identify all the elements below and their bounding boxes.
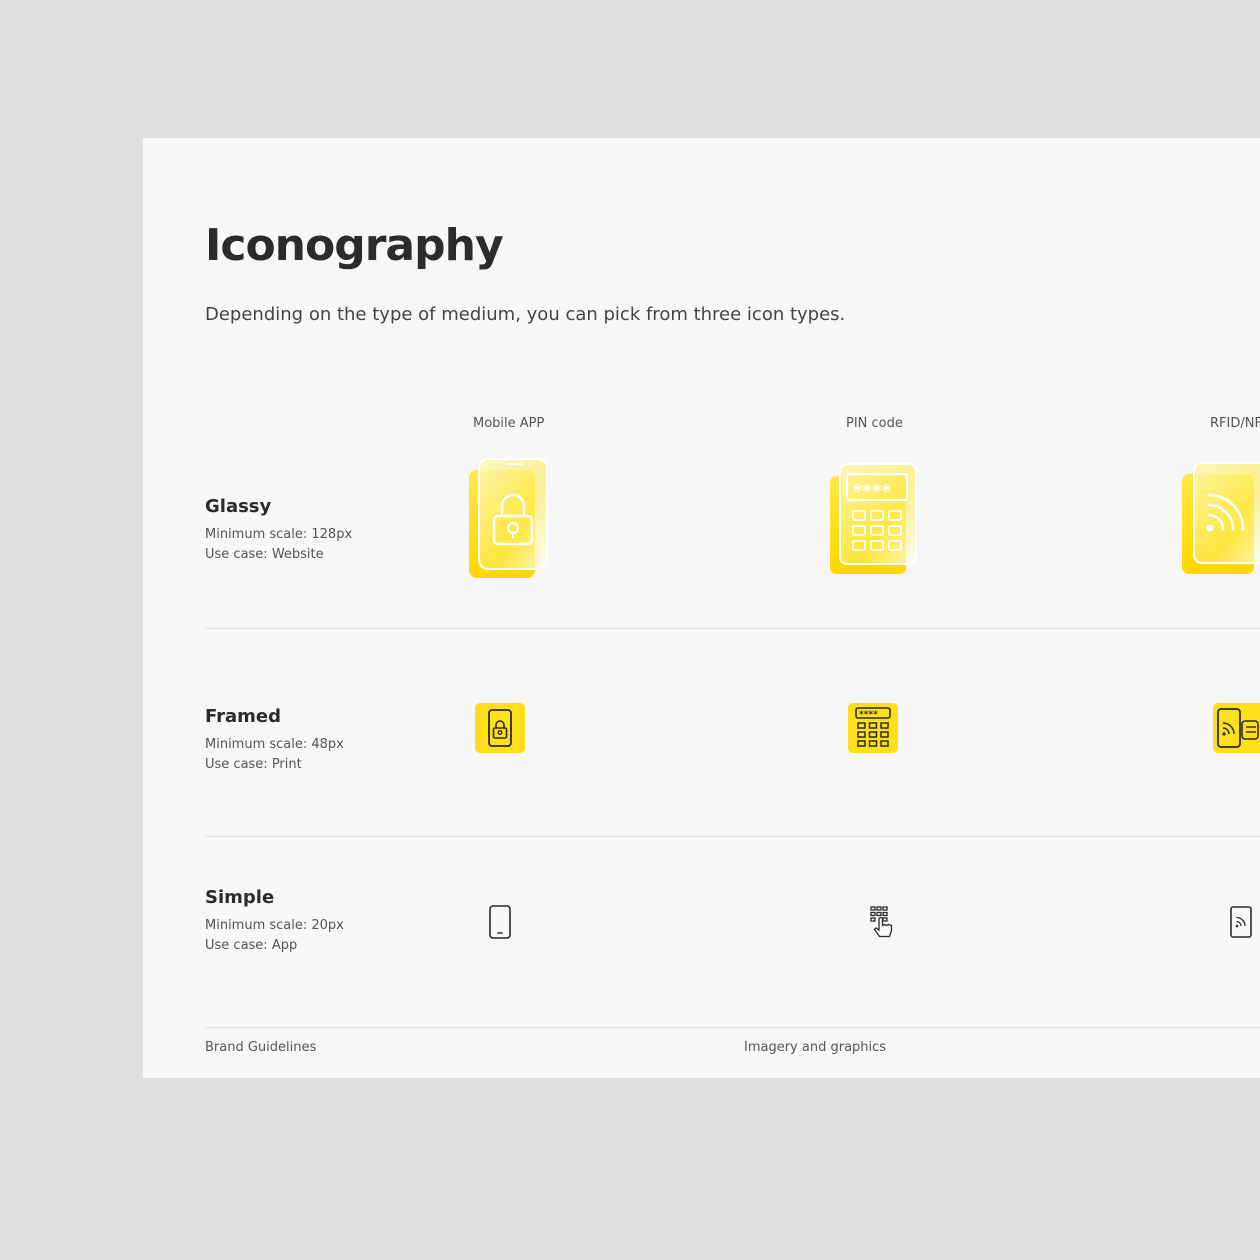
divider — [205, 836, 1260, 837]
column-header-pin-code: PIN code — [846, 416, 903, 431]
svg-text:****: **** — [859, 710, 878, 720]
row-name: Glassy — [205, 496, 272, 517]
simple-mobile-icon — [489, 905, 511, 939]
footer-divider — [205, 1027, 1260, 1028]
row-simple: Simple Minimum scale: 20px Use case: App — [205, 887, 344, 956]
row-min-scale: Minimum scale: 48px — [205, 737, 344, 752]
row-use-case: Use case: Print — [205, 757, 302, 772]
page-subtitle: Depending on the type of medium, you can… — [205, 304, 846, 325]
row-framed: Framed Minimum scale: 48px Use case: Pri… — [205, 706, 344, 775]
framed-mobile-lock-icon — [475, 703, 525, 753]
column-header-mobile-app: Mobile APP — [473, 416, 545, 431]
glassy-rfid-nfc-icon — [1182, 462, 1260, 574]
column-header-rfid: RFID/NF — [1210, 416, 1260, 431]
footer-section-name: Imagery and graphics — [744, 1040, 887, 1055]
row-use-case: Use case: Website — [205, 547, 324, 562]
row-use-case: Use case: App — [205, 938, 298, 953]
guideline-page: Iconography Depending on the type of med… — [143, 138, 1260, 1078]
glassy-pin-keypad-icon: **** — [830, 463, 917, 574]
row-name: Framed — [205, 706, 282, 727]
row-min-scale: Minimum scale: 20px — [205, 918, 344, 933]
simple-pin-keypad-icon — [870, 906, 893, 938]
framed-pin-keypad-icon: **** — [848, 703, 898, 753]
divider — [205, 628, 1260, 629]
footer-brand-guidelines: Brand Guidelines — [205, 1040, 317, 1055]
row-min-scale: Minimum scale: 128px — [205, 527, 353, 542]
framed-rfid-nfc-icon — [1213, 703, 1260, 753]
row-glassy: Glassy Minimum scale: 128px Use case: We… — [205, 496, 352, 565]
simple-rfid-nfc-icon — [1230, 906, 1252, 938]
svg-text:****: **** — [853, 481, 891, 502]
glassy-mobile-lock-icon — [469, 458, 548, 578]
row-name: Simple — [205, 887, 275, 908]
page-title: Iconography — [205, 220, 504, 271]
